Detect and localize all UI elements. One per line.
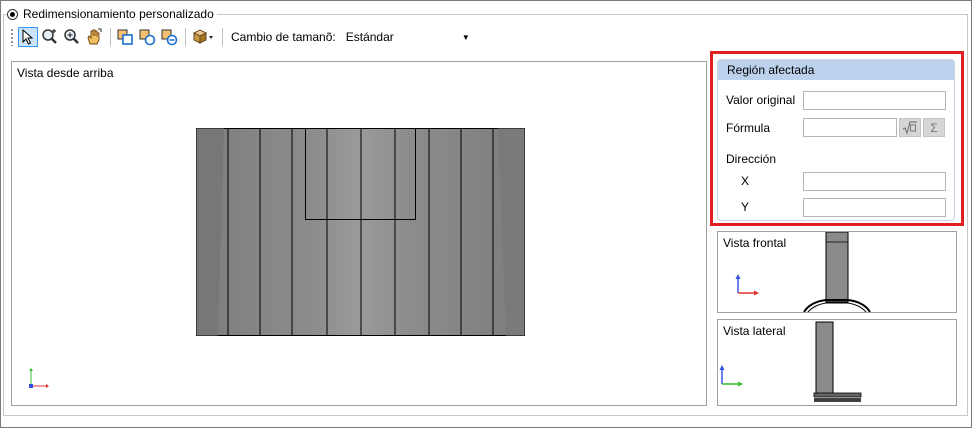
view-cube-icon: [192, 29, 213, 44]
custom-resize-label: Redimensionamiento personalizado: [23, 7, 214, 21]
pan-hand-icon: [87, 28, 102, 45]
pan-button[interactable]: [84, 27, 104, 47]
original-value-label: Valor original: [726, 93, 796, 107]
toolbar-separator: [185, 28, 186, 46]
region-add-icon: [139, 29, 156, 46]
direction-x-field[interactable]: [803, 172, 946, 191]
select-pointer-button[interactable]: [18, 27, 38, 47]
affected-region-title: Región afectada: [727, 63, 815, 77]
dropdown-arrow-icon: ▼: [461, 32, 470, 42]
zoom-icon: [64, 29, 79, 44]
front-view-panel[interactable]: Vista frontal: [717, 231, 957, 313]
view-cube-button[interactable]: [190, 27, 216, 47]
custom-resize-option[interactable]: Redimensionamiento personalizado: [7, 6, 217, 22]
select-pointer-icon: [22, 29, 34, 45]
axis-gizmo-side-view: [719, 365, 743, 387]
direction-y-field[interactable]: [803, 198, 946, 217]
front-view-model[interactable]: [802, 232, 872, 313]
toolbar-separator: [222, 28, 223, 46]
resize-mode-dropdown[interactable]: Estándar ▼: [346, 30, 470, 44]
top-view-panel[interactable]: Vista desde arriba: [11, 61, 707, 406]
affected-region-panel: Región afectada: [717, 59, 955, 221]
side-view-model[interactable]: [812, 320, 864, 406]
resize-mode-value: Estándar: [345, 30, 394, 44]
original-value-field[interactable]: [803, 91, 946, 110]
toolbar-separator: [110, 28, 111, 46]
sqrt-formula-icon: [902, 120, 917, 135]
top-view-model[interactable]: [196, 128, 526, 337]
region-select-button[interactable]: [115, 27, 135, 47]
front-view-label: Vista frontal: [723, 236, 787, 250]
axis-gizmo-top-view: [29, 368, 49, 388]
side-view-panel[interactable]: Vista lateral: [717, 319, 957, 406]
formula-field[interactable]: [803, 118, 897, 137]
top-view-label: Vista desde arriba: [17, 66, 114, 80]
direction-label: Dirección: [726, 152, 777, 166]
sigma-icon: Σ: [930, 120, 938, 135]
sum-button[interactable]: Σ: [923, 118, 945, 137]
direction-y-label: Y: [741, 200, 750, 214]
formula-label: Fórmula: [726, 121, 771, 135]
side-view-label: Vista lateral: [723, 324, 786, 338]
zoom-button[interactable]: [62, 27, 82, 47]
custom-resize-radio[interactable]: [7, 8, 18, 20]
zoom-window-button[interactable]: [40, 27, 60, 47]
toolbar-grip[interactable]: [10, 28, 14, 46]
region-select-icon: [117, 29, 133, 45]
resize-mode-label: Cambio de tamanõ:: [231, 30, 336, 44]
zoom-window-icon: [42, 29, 57, 44]
toolbar: Cambio de tamanõ: Estándar ▼: [10, 26, 470, 48]
region-subtract-button[interactable]: [159, 27, 179, 47]
affected-region-header: Región afectada: [718, 60, 954, 80]
axis-gizmo-front-view: [735, 274, 759, 296]
direction-x-label: X: [741, 174, 750, 188]
region-subtract-icon: [161, 29, 178, 46]
formula-editor-button[interactable]: [899, 118, 921, 137]
region-add-button[interactable]: [137, 27, 157, 47]
